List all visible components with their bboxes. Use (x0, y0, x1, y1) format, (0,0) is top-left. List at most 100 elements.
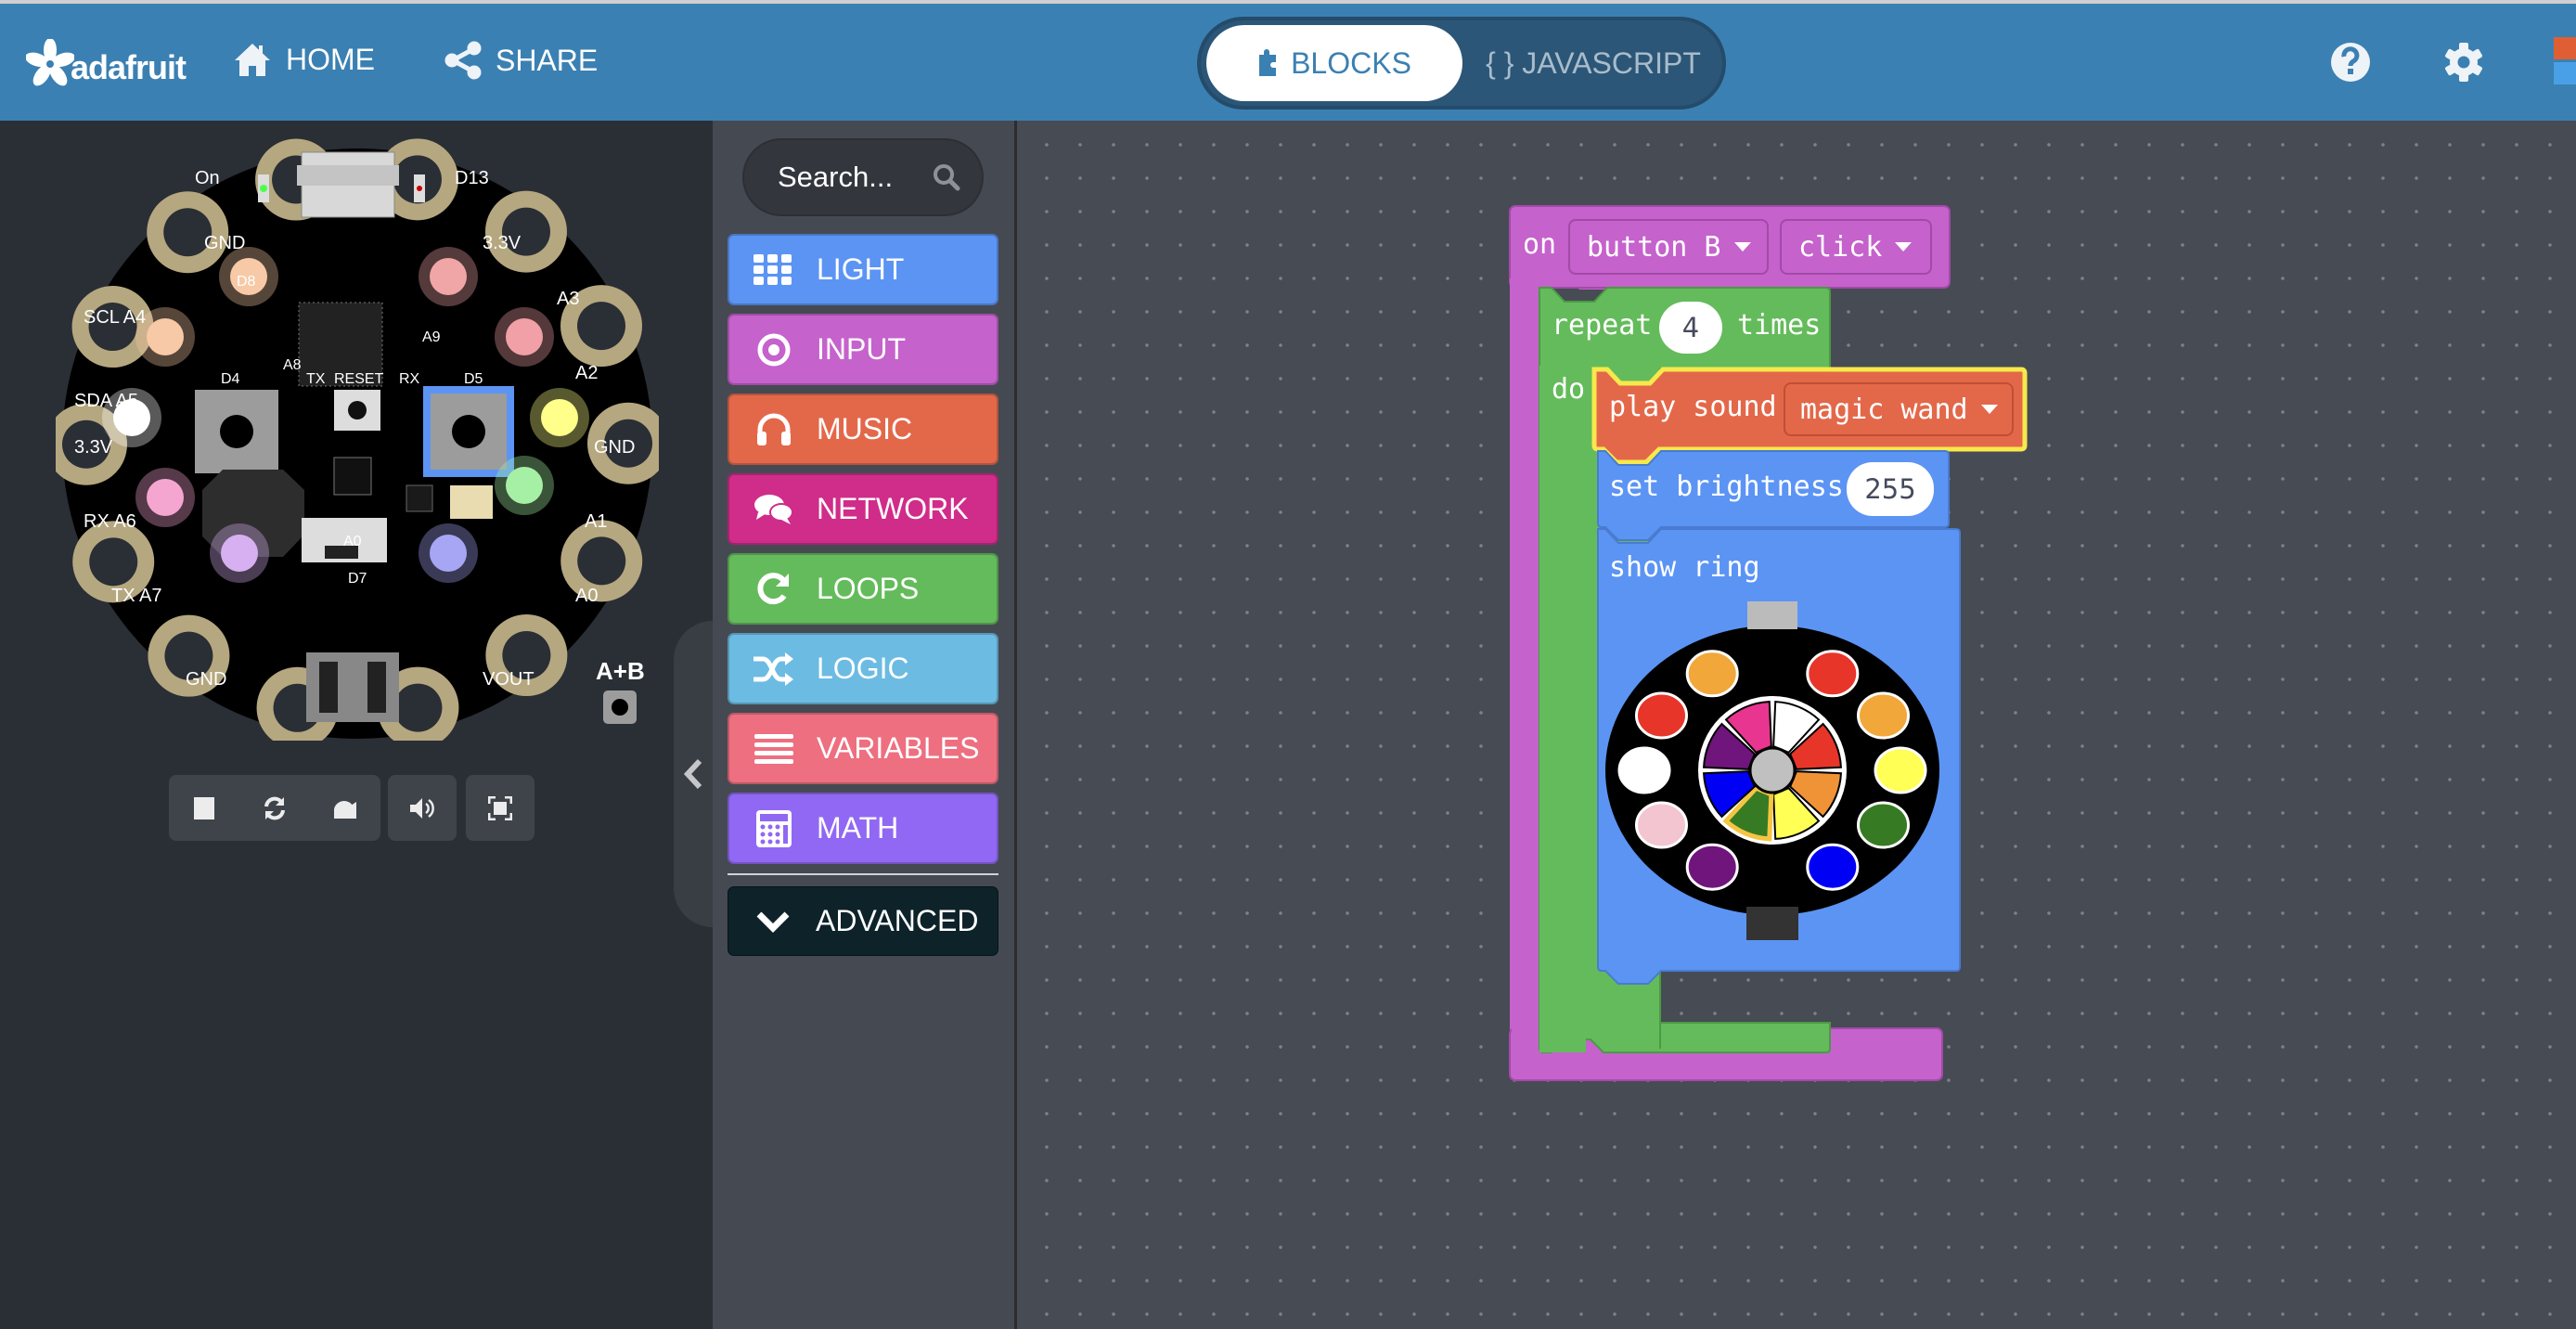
ab-button[interactable] (603, 690, 637, 724)
ring-pixel[interactable] (1874, 746, 1927, 794)
adafruit-flower-icon (26, 39, 74, 86)
category-light[interactable]: LIGHT (728, 234, 998, 305)
ring-pixel[interactable] (1685, 650, 1739, 698)
board-pin-label: 3.3V (483, 233, 522, 253)
accent-square-blue (2554, 62, 2576, 84)
board-pin-label: A0 (575, 586, 598, 606)
category-network[interactable]: NETWORK (728, 473, 998, 545)
fullscreen-button[interactable] (466, 775, 535, 841)
circuit-playground-board[interactable]: On D13 GND 3.3V SCL A4 A3 SDA A5 A2 3.3V GND RX A6… (56, 137, 659, 741)
restart-button[interactable] (239, 775, 310, 841)
action-dropdown-value: click (1798, 230, 1883, 264)
set-brightness-label: set brightness (1609, 471, 1844, 503)
board-pin-label: GND (594, 437, 635, 458)
toolbox: LIGHT INPUT MUSIC NETWORK LOOPS LOGIC (713, 121, 1017, 1329)
settings-button[interactable] (2442, 41, 2485, 84)
board-pin-label: SDA A5 (74, 391, 138, 411)
blocks-workspace[interactable]: on button B click repeat 4 times do play… (1017, 121, 2576, 1329)
board-pin-label: VOUT (483, 669, 535, 690)
board-component-label: A0 (343, 534, 362, 549)
board-neopixel (147, 479, 184, 516)
puzzle-icon (1259, 49, 1277, 76)
ring-pixel[interactable] (1857, 801, 1911, 849)
category-loops[interactable]: LOOPS (728, 553, 998, 625)
category-input[interactable]: INPUT (728, 314, 998, 385)
restart-icon (264, 796, 285, 819)
ring-pixel[interactable] (1806, 650, 1860, 698)
mute-group (388, 775, 457, 841)
board-pin-label: On (195, 168, 220, 188)
action-dropdown[interactable]: click (1780, 219, 1932, 275)
board-pin-label: 3.3V (74, 437, 113, 458)
home-button[interactable]: HOME (232, 41, 375, 78)
share-icon (444, 41, 482, 80)
share-button[interactable]: SHARE (444, 41, 598, 80)
button-dropdown[interactable]: button B (1568, 219, 1769, 275)
category-advanced[interactable]: ADVANCED (728, 886, 998, 956)
top-bar: adafruit HOME SHARE BLOCKS { } JAVASCRIP… (0, 0, 2576, 121)
toolbox-divider (728, 873, 998, 875)
snail-icon (334, 800, 356, 819)
fullscreen-group (466, 775, 535, 841)
logo-text: adafruit (71, 48, 187, 86)
board-neopixel (147, 318, 184, 355)
shuffle-icon (753, 649, 794, 690)
category-music[interactable]: MUSIC (728, 394, 998, 465)
accel-chip (406, 484, 433, 512)
sound-dropdown-value: magic wand (1800, 393, 1968, 426)
ring-pixel[interactable] (1634, 801, 1688, 849)
board-pin-label: TX A7 (111, 586, 161, 606)
ring-pixel[interactable] (1685, 843, 1739, 891)
board-pin-label: GND (204, 233, 245, 253)
show-ring-label: show ring (1609, 551, 1760, 584)
mute-button[interactable] (388, 775, 457, 841)
stop-icon (194, 796, 214, 819)
category-label: MATH (817, 811, 899, 845)
editor-toggle: BLOCKS { } JAVASCRIPT (1197, 17, 1726, 110)
palette-center[interactable] (1748, 746, 1797, 794)
search-box[interactable] (742, 138, 984, 216)
sound-dropdown[interactable]: magic wand (1784, 382, 2014, 436)
ring-pixel[interactable] (1634, 691, 1688, 740)
share-label: SHARE (496, 43, 599, 77)
brightness-value-input[interactable]: 255 (1847, 462, 1934, 516)
search-input[interactable] (776, 160, 919, 195)
board-component-label: A8 (283, 357, 302, 373)
adafruit-logo[interactable]: adafruit (26, 39, 187, 87)
ab-button-label: A+B (596, 657, 645, 685)
board-neopixel (430, 535, 467, 572)
board-neopixel (430, 258, 467, 295)
collapse-simulator-button[interactable] (674, 621, 713, 927)
board-neopixel (506, 467, 543, 504)
category-logic[interactable]: LOGIC (728, 633, 998, 704)
javascript-tab[interactable]: { } JAVASCRIPT (1470, 25, 1717, 101)
event-on-label: on (1523, 228, 1557, 261)
chevron-down-icon (753, 901, 793, 942)
search-icon[interactable] (932, 162, 961, 192)
board-pin-hole (393, 683, 443, 732)
board-pin-label: SCL A4 (84, 307, 146, 328)
category-variables[interactable]: VARIABLES (728, 713, 998, 784)
category-label: LOGIC (817, 652, 909, 685)
do-label: do (1552, 373, 1586, 406)
grid-icon (753, 250, 794, 290)
button-dropdown-value: button B (1587, 230, 1721, 264)
board-component-label: D7 (348, 571, 367, 587)
category-label: INPUT (817, 332, 906, 366)
target-icon (753, 329, 794, 370)
blocks-tab[interactable]: BLOCKS (1206, 25, 1462, 101)
board-component-label: RESET (334, 371, 384, 387)
ring-pixel[interactable] (1857, 691, 1911, 740)
board-component-label: TX (306, 371, 326, 387)
category-math[interactable]: MATH (728, 793, 998, 864)
stop-button[interactable] (169, 775, 239, 841)
home-label: HOME (286, 42, 375, 76)
slow-mo-button[interactable] (310, 775, 380, 841)
ring-pixel[interactable] (1806, 843, 1860, 891)
help-button[interactable] (2329, 41, 2372, 84)
ring-pixel[interactable] (1617, 746, 1671, 794)
repeat-count-input[interactable]: 4 (1659, 302, 1722, 354)
help-icon (2331, 43, 2370, 82)
board-pin-label: GND (186, 669, 226, 690)
board-component-label: D4 (221, 371, 240, 387)
